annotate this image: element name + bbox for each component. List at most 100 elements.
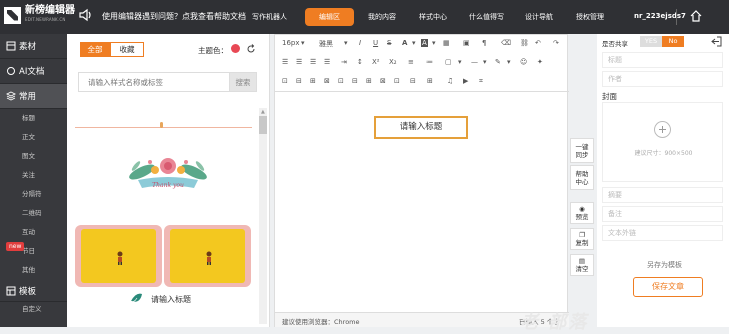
border-caret-icon[interactable]: ▾ <box>458 58 462 66</box>
emoji-icon[interactable]: ☺ <box>520 58 527 66</box>
underline-icon[interactable]: U <box>373 39 378 47</box>
nav-design-guide[interactable]: 设计导航 <box>525 12 553 22</box>
font-color-icon[interactable]: A <box>402 39 407 47</box>
image-icon[interactable]: ▣ <box>463 39 470 47</box>
tool-icon[interactable]: ⊟ <box>410 77 416 85</box>
sidebar-sub-qrcode[interactable]: 二维码 <box>0 204 67 223</box>
clear-format-icon[interactable]: ⌫ <box>501 39 511 47</box>
music-icon[interactable]: ♫ <box>447 77 453 85</box>
tool-icon[interactable]: ⊟ <box>352 77 358 85</box>
exit-icon[interactable] <box>710 35 723 48</box>
share-no-toggle[interactable]: No <box>662 36 684 47</box>
font-color-caret-icon[interactable]: ▾ <box>412 39 416 47</box>
author-field[interactable]: 作者 <box>602 71 723 87</box>
thank-you-floral-style[interactable]: Thank you <box>122 152 214 200</box>
sidebar-item-template[interactable]: 模板 <box>0 281 67 302</box>
share-yes-toggle[interactable]: YES <box>640 36 662 47</box>
sidebar-item-ai-doc[interactable]: AI文档 <box>0 59 67 84</box>
italic-icon[interactable]: I <box>359 39 361 47</box>
reset-icon[interactable] <box>246 44 256 54</box>
save-as-template-link[interactable]: 另存为模板 <box>647 260 682 270</box>
subscript-icon[interactable]: X₂ <box>389 58 397 66</box>
tool-icon[interactable]: ⊠ <box>380 77 386 85</box>
brush-icon[interactable]: ✎ <box>495 58 501 66</box>
font-family-caret-icon[interactable]: ▾ <box>344 39 348 47</box>
cover-upload[interactable]: 建议尺寸：900×500 <box>602 102 723 182</box>
search-button[interactable]: 搜索 <box>230 72 257 92</box>
yellow-style-card[interactable] <box>75 225 162 287</box>
link-icon[interactable]: ⛓ <box>520 39 529 47</box>
tool-icon[interactable]: ⊞ <box>427 77 433 85</box>
strikethrough-icon[interactable]: S <box>387 39 391 47</box>
undo-icon[interactable]: ↶ <box>535 39 541 47</box>
theme-color-swatch[interactable] <box>231 44 240 53</box>
bg-color-icon[interactable]: A <box>421 39 428 47</box>
tool-icon[interactable]: ⊞ <box>310 77 316 85</box>
preview-button[interactable]: ◉ 预览 <box>570 202 594 224</box>
sidebar-item-common[interactable]: 常用 <box>0 84 67 109</box>
sidebar-sub-image-text[interactable]: 图文 <box>0 147 67 166</box>
code-icon[interactable]: ⌗ <box>479 77 483 86</box>
tool-icon[interactable]: ⊡ <box>394 77 400 85</box>
help-center-button[interactable]: 帮助中心 <box>570 165 594 190</box>
sidebar-sub-custom[interactable]: 自定义 <box>0 302 67 317</box>
border-icon[interactable]: ▢ <box>445 58 452 66</box>
summary-field[interactable]: 摘要 <box>602 187 723 203</box>
tool-icon[interactable]: ⊞ <box>366 77 372 85</box>
bg-color-caret-icon[interactable]: ▾ <box>432 39 436 47</box>
template-title-text[interactable]: 请输入标题 <box>376 118 466 137</box>
copy-button[interactable]: ❐ 复制 <box>570 228 594 250</box>
sidebar-sub-title[interactable]: 标题 <box>0 109 67 128</box>
sidebar-sub-interact[interactable]: 互动 <box>0 223 67 242</box>
more-icon[interactable]: ✦ <box>537 58 543 66</box>
style-search-input[interactable] <box>78 72 230 92</box>
save-article-button[interactable]: 保存文章 <box>633 277 703 297</box>
tool-icon[interactable]: ⊠ <box>324 77 330 85</box>
align-left-icon[interactable]: ☰ <box>282 58 288 66</box>
divider-insert-icon[interactable]: — <box>471 58 478 66</box>
video-icon[interactable]: ▶ <box>463 77 468 85</box>
sidebar-sub-divider[interactable]: 分隔符 <box>0 185 67 204</box>
remark-field[interactable]: 备注 <box>602 206 723 222</box>
divider-caret-icon[interactable]: ▾ <box>483 58 487 66</box>
sidebar-sub-other[interactable]: 其他 <box>0 261 67 280</box>
scroll-up-icon[interactable]: ▲ <box>261 109 265 115</box>
logo[interactable]: 新榜编辑器 EDIT.NEWRANK.CN <box>4 6 75 24</box>
sidebar-sub-follow[interactable]: 关注 <box>0 166 67 185</box>
ordered-list-icon[interactable]: ≡ <box>408 58 414 66</box>
yellow-style-card[interactable] <box>164 225 251 287</box>
nav-style-center[interactable]: 样式中心 <box>419 12 447 22</box>
tool-icon[interactable]: ⊡ <box>282 77 288 85</box>
line-height-icon[interactable]: ↕ <box>357 58 363 66</box>
sidebar-item-material[interactable]: 素材 <box>0 34 67 59</box>
redo-icon[interactable]: ↷ <box>553 39 559 47</box>
nav-what-to-write[interactable]: 什么值得写 <box>469 12 504 22</box>
tab-favorites[interactable]: 收藏 <box>110 42 144 57</box>
superscript-icon[interactable]: X² <box>372 58 380 66</box>
font-size-caret-icon[interactable]: ▾ <box>301 39 305 47</box>
table-icon[interactable]: ▦ <box>443 39 450 47</box>
bullet-list-icon[interactable]: ≔ <box>426 58 433 66</box>
align-justify-icon[interactable]: ☰ <box>324 58 330 66</box>
scroll-thumb[interactable] <box>259 116 267 134</box>
font-size-select[interactable]: 16px <box>282 39 300 47</box>
format-icon[interactable]: ¶ <box>482 39 486 47</box>
writing-robot-link[interactable]: 写作机器人 <box>252 12 287 22</box>
nav-my-content[interactable]: 我的内容 <box>368 12 396 22</box>
title-template-block[interactable]: 请输入标题 <box>374 116 473 144</box>
clear-button[interactable]: ▤ 清空 <box>570 254 594 276</box>
align-right-icon[interactable]: ☰ <box>310 58 316 66</box>
divider-style-sample[interactable] <box>75 127 252 128</box>
nav-auth-manage[interactable]: 授权管理 <box>576 12 604 22</box>
indent-icon[interactable]: ⇥ <box>341 58 347 66</box>
sidebar-sub-body[interactable]: 正文 <box>0 128 67 147</box>
help-notice-link[interactable]: 使用编辑器遇到问题？点我查看帮助文档 <box>102 11 246 22</box>
tool-icon[interactable]: ⊟ <box>296 77 302 85</box>
align-center-icon[interactable]: ☰ <box>296 58 302 66</box>
tool-icon[interactable]: ⊡ <box>338 77 344 85</box>
home-icon[interactable] <box>690 10 702 22</box>
sync-button[interactable]: 一键同步 <box>570 138 594 163</box>
title-field[interactable]: 标题 <box>602 52 723 68</box>
title-style-sample[interactable]: 请输入标题 <box>151 294 191 305</box>
font-family-select[interactable]: 雅黑 <box>319 39 333 49</box>
